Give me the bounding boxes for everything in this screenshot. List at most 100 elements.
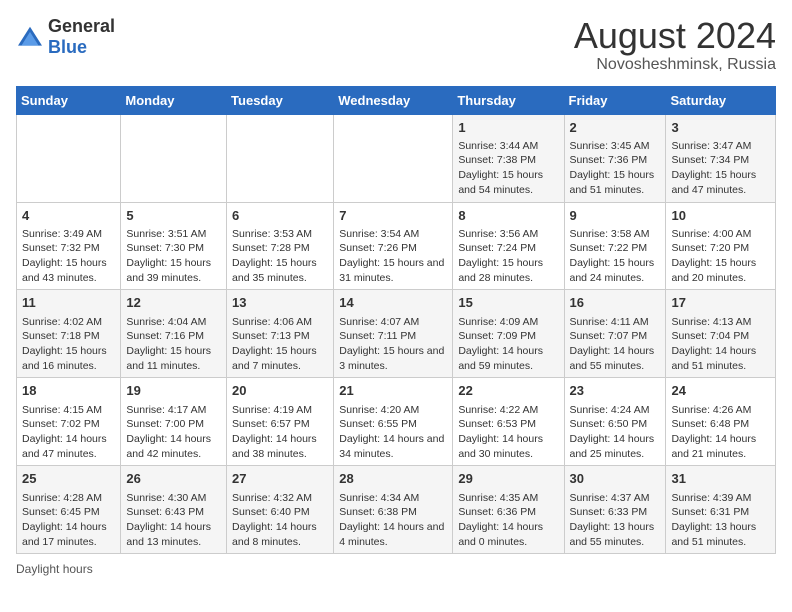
day-info: Sunrise: 4:26 AM Sunset: 6:48 PM Dayligh… bbox=[671, 403, 770, 462]
footer: Daylight hours bbox=[16, 562, 776, 576]
day-cell: 3 Sunrise: 3:47 AM Sunset: 7:34 PM Daylig… bbox=[666, 114, 776, 202]
day-cell: 12Sunrise: 4:04 AM Sunset: 7:16 PM Dayli… bbox=[121, 290, 227, 378]
day-cell: 2 Sunrise: 3:45 AM Sunset: 7:36 PM Daylig… bbox=[564, 114, 666, 202]
day-number: 11 bbox=[22, 294, 115, 312]
logo-text: General Blue bbox=[48, 16, 115, 58]
day-number: 30 bbox=[570, 470, 661, 488]
day-cell: 23Sunrise: 4:24 AM Sunset: 6:50 PM Dayli… bbox=[564, 378, 666, 466]
logo-icon bbox=[16, 25, 44, 49]
day-number: 31 bbox=[671, 470, 770, 488]
logo-blue: Blue bbox=[48, 37, 87, 57]
day-info: Sunrise: 4:39 AM Sunset: 6:31 PM Dayligh… bbox=[671, 491, 770, 550]
day-number: 20 bbox=[232, 382, 328, 400]
day-cell: 4Sunrise: 3:49 AM Sunset: 7:32 PM Daylig… bbox=[17, 202, 121, 290]
day-cell: 19Sunrise: 4:17 AM Sunset: 7:00 PM Dayli… bbox=[121, 378, 227, 466]
day-number: 6 bbox=[232, 207, 328, 225]
title-area: August 2024 Novosheshminsk, Russia bbox=[574, 16, 776, 74]
day-cell: 15 Sunrise: 4:09 AM Sunset: 7:09 PM Dayli… bbox=[453, 290, 564, 378]
day-number: 26 bbox=[126, 470, 221, 488]
day-cell: 10 Sunrise: 4:00 AM Sunset: 7:20 PM Dayli… bbox=[666, 202, 776, 290]
day-cell bbox=[227, 114, 334, 202]
day-cell: 11 Sunrise: 4:02 AM Sunset: 7:18 PM Dayli… bbox=[17, 290, 121, 378]
week-row: 18 Sunrise: 4:15 AM Sunset: 7:02 PM Dayli… bbox=[17, 378, 776, 466]
header-day: Monday bbox=[121, 86, 227, 114]
day-info: Sunrise: 3:56 AM Sunset: 7:24 PM Dayligh… bbox=[458, 227, 558, 286]
day-cell: 9 Sunrise: 3:58 AM Sunset: 7:22 PM Daylig… bbox=[564, 202, 666, 290]
day-info: Sunrise: 3:58 AM Sunset: 7:22 PM Dayligh… bbox=[570, 227, 661, 286]
day-number: 18 bbox=[22, 382, 115, 400]
day-number: 12 bbox=[126, 294, 221, 312]
day-cell: 27Sunrise: 4:32 AM Sunset: 6:40 PM Dayli… bbox=[227, 466, 334, 554]
day-cell: 13 Sunrise: 4:06 AM Sunset: 7:13 PM Dayli… bbox=[227, 290, 334, 378]
day-number: 4 bbox=[22, 207, 115, 225]
day-info: Sunrise: 4:00 AM Sunset: 7:20 PM Dayligh… bbox=[671, 227, 770, 286]
day-cell: 6Sunrise: 3:53 AM Sunset: 7:28 PM Daylig… bbox=[227, 202, 334, 290]
day-info: Sunrise: 4:30 AM Sunset: 6:43 PM Dayligh… bbox=[126, 491, 221, 550]
day-number: 14 bbox=[339, 294, 447, 312]
main-title: August 2024 bbox=[574, 16, 776, 56]
day-cell: 29 Sunrise: 4:35 AM Sunset: 6:36 PM Dayli… bbox=[453, 466, 564, 554]
day-cell: 5Sunrise: 3:51 AM Sunset: 7:30 PM Daylig… bbox=[121, 202, 227, 290]
day-cell: 14 Sunrise: 4:07 AM Sunset: 7:11 PM Dayli… bbox=[334, 290, 453, 378]
day-info: Sunrise: 3:44 AM Sunset: 7:38 PM Dayligh… bbox=[458, 139, 558, 198]
day-info: Sunrise: 3:47 AM Sunset: 7:34 PM Dayligh… bbox=[671, 139, 770, 198]
day-number: 22 bbox=[458, 382, 558, 400]
day-info: Sunrise: 4:22 AM Sunset: 6:53 PM Dayligh… bbox=[458, 403, 558, 462]
day-cell: 21Sunrise: 4:20 AM Sunset: 6:55 PM Dayli… bbox=[334, 378, 453, 466]
header-row: SundayMondayTuesdayWednesdayThursdayFrid… bbox=[17, 86, 776, 114]
day-number: 25 bbox=[22, 470, 115, 488]
day-cell: 1 Sunrise: 3:44 AM Sunset: 7:38 PM Daylig… bbox=[453, 114, 564, 202]
day-number: 8 bbox=[458, 207, 558, 225]
header-day: Friday bbox=[564, 86, 666, 114]
day-number: 2 bbox=[570, 119, 661, 137]
day-cell: 16 Sunrise: 4:11 AM Sunset: 7:07 PM Dayli… bbox=[564, 290, 666, 378]
day-info: Sunrise: 4:09 AM Sunset: 7:09 PM Dayligh… bbox=[458, 315, 558, 374]
day-number: 1 bbox=[458, 119, 558, 137]
footer-label: Daylight hours bbox=[16, 562, 93, 576]
day-cell: 22 Sunrise: 4:22 AM Sunset: 6:53 PM Dayli… bbox=[453, 378, 564, 466]
day-cell: 8 Sunrise: 3:56 AM Sunset: 7:24 PM Daylig… bbox=[453, 202, 564, 290]
day-info: Sunrise: 4:24 AM Sunset: 6:50 PM Dayligh… bbox=[570, 403, 661, 462]
subtitle: Novosheshminsk, Russia bbox=[574, 56, 776, 74]
day-info: Sunrise: 3:45 AM Sunset: 7:36 PM Dayligh… bbox=[570, 139, 661, 198]
calendar-table: SundayMondayTuesdayWednesdayThursdayFrid… bbox=[16, 86, 776, 555]
day-info: Sunrise: 4:35 AM Sunset: 6:36 PM Dayligh… bbox=[458, 491, 558, 550]
day-number: 21 bbox=[339, 382, 447, 400]
day-info: Sunrise: 4:15 AM Sunset: 7:02 PM Dayligh… bbox=[22, 403, 115, 462]
day-info: Sunrise: 4:34 AM Sunset: 6:38 PM Dayligh… bbox=[339, 491, 447, 550]
day-info: Sunrise: 4:07 AM Sunset: 7:11 PM Dayligh… bbox=[339, 315, 447, 374]
logo: General Blue bbox=[16, 16, 115, 58]
day-number: 3 bbox=[671, 119, 770, 137]
day-cell bbox=[121, 114, 227, 202]
day-info: Sunrise: 4:13 AM Sunset: 7:04 PM Dayligh… bbox=[671, 315, 770, 374]
day-number: 24 bbox=[671, 382, 770, 400]
day-number: 9 bbox=[570, 207, 661, 225]
day-cell: 26 Sunrise: 4:30 AM Sunset: 6:43 PM Dayli… bbox=[121, 466, 227, 554]
day-info: Sunrise: 4:19 AM Sunset: 6:57 PM Dayligh… bbox=[232, 403, 328, 462]
header-day: Tuesday bbox=[227, 86, 334, 114]
day-number: 13 bbox=[232, 294, 328, 312]
day-cell: 7Sunrise: 3:54 AM Sunset: 7:26 PM Daylig… bbox=[334, 202, 453, 290]
day-cell: 17 Sunrise: 4:13 AM Sunset: 7:04 PM Dayli… bbox=[666, 290, 776, 378]
day-number: 10 bbox=[671, 207, 770, 225]
day-info: Sunrise: 4:06 AM Sunset: 7:13 PM Dayligh… bbox=[232, 315, 328, 374]
day-cell: 28Sunrise: 4:34 AM Sunset: 6:38 PM Dayli… bbox=[334, 466, 453, 554]
day-cell bbox=[334, 114, 453, 202]
day-number: 17 bbox=[671, 294, 770, 312]
day-number: 15 bbox=[458, 294, 558, 312]
day-number: 7 bbox=[339, 207, 447, 225]
day-number: 16 bbox=[570, 294, 661, 312]
day-cell: 31 Sunrise: 4:39 AM Sunset: 6:31 PM Dayli… bbox=[666, 466, 776, 554]
week-row: 25Sunrise: 4:28 AM Sunset: 6:45 PM Dayli… bbox=[17, 466, 776, 554]
week-row: 4Sunrise: 3:49 AM Sunset: 7:32 PM Daylig… bbox=[17, 202, 776, 290]
day-info: Sunrise: 4:11 AM Sunset: 7:07 PM Dayligh… bbox=[570, 315, 661, 374]
day-cell: 30Sunrise: 4:37 AM Sunset: 6:33 PM Dayli… bbox=[564, 466, 666, 554]
day-number: 29 bbox=[458, 470, 558, 488]
day-number: 19 bbox=[126, 382, 221, 400]
day-cell: 24 Sunrise: 4:26 AM Sunset: 6:48 PM Dayli… bbox=[666, 378, 776, 466]
week-row: 11 Sunrise: 4:02 AM Sunset: 7:18 PM Dayli… bbox=[17, 290, 776, 378]
day-number: 27 bbox=[232, 470, 328, 488]
day-info: Sunrise: 3:51 AM Sunset: 7:30 PM Dayligh… bbox=[126, 227, 221, 286]
day-info: Sunrise: 4:02 AM Sunset: 7:18 PM Dayligh… bbox=[22, 315, 115, 374]
week-row: 1 Sunrise: 3:44 AM Sunset: 7:38 PM Daylig… bbox=[17, 114, 776, 202]
